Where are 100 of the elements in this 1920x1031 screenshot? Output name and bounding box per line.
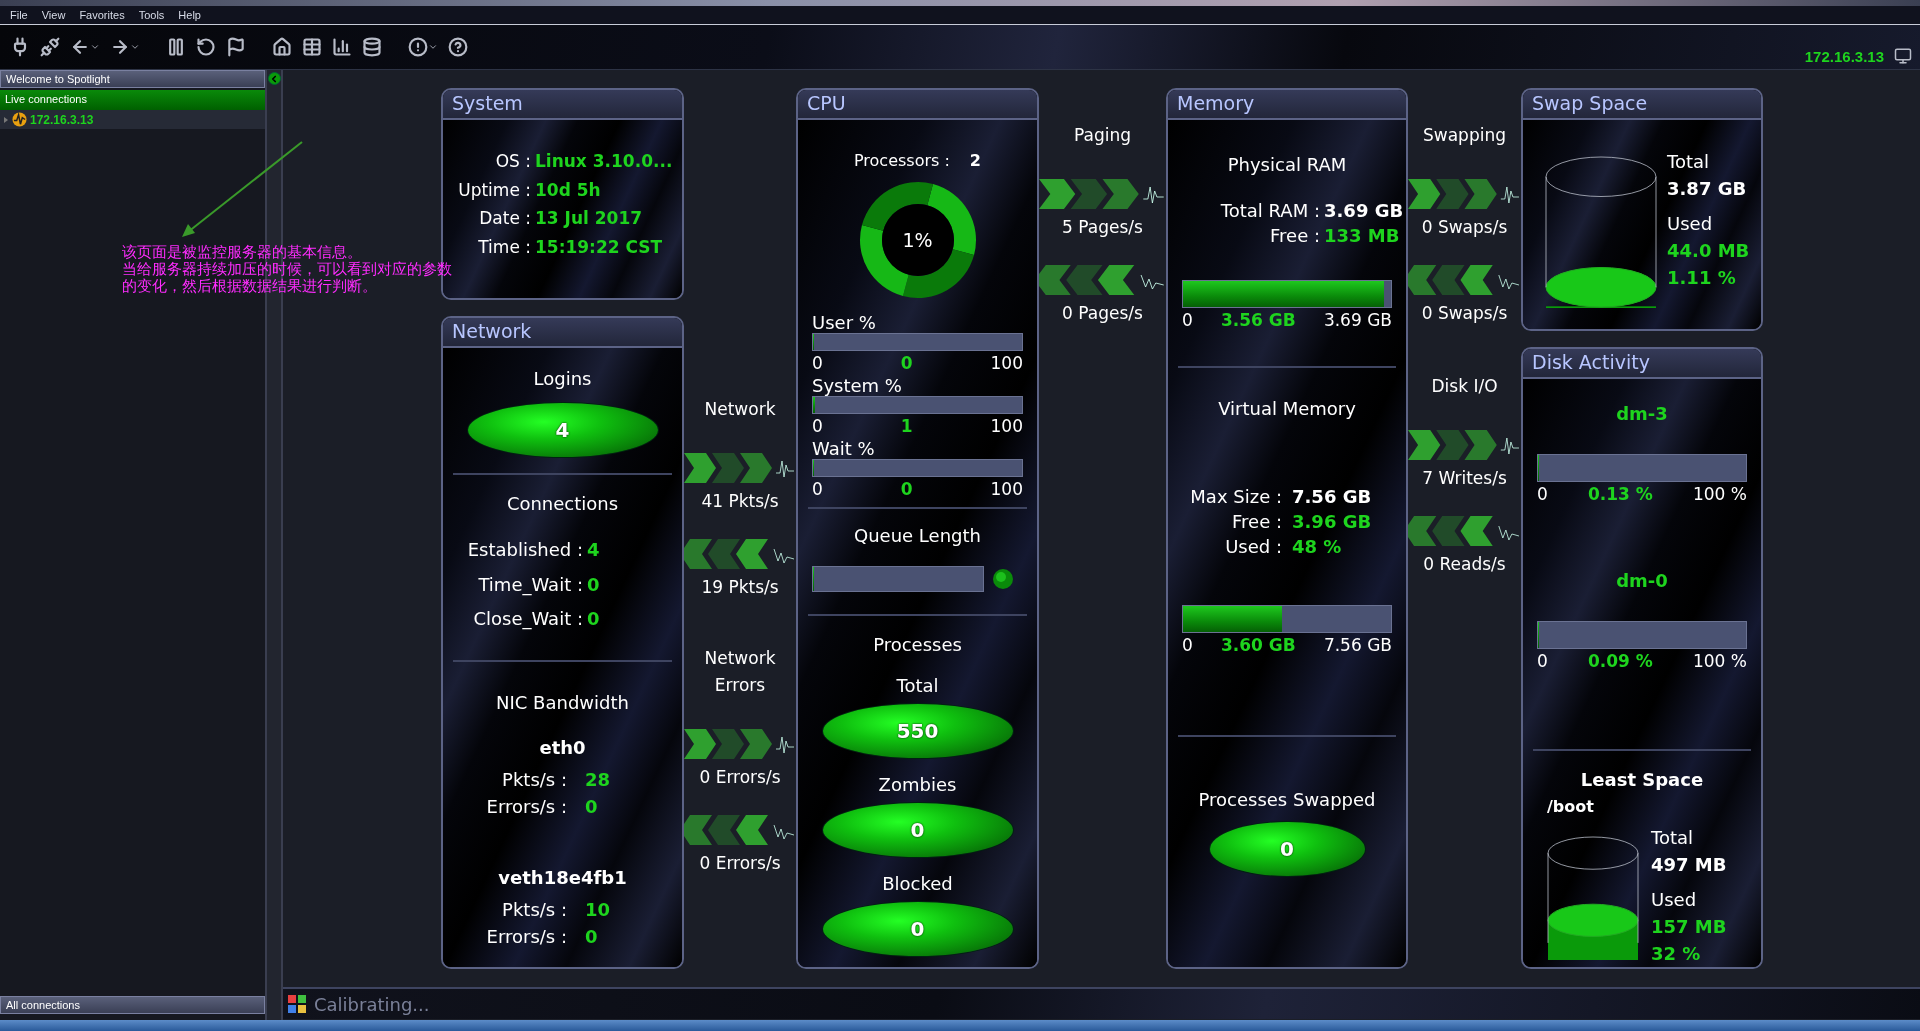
cpu-load: 1% [902, 229, 933, 252]
field-value: 3.69 GB [1324, 201, 1404, 222]
flow-reading: 0 Errors/s [698, 767, 782, 787]
menu-item[interactable]: Tools [132, 9, 171, 21]
collapse-button[interactable] [267, 72, 281, 85]
scale-max: 7.56 GB [1323, 635, 1392, 656]
scale-min: 0 [812, 353, 823, 374]
interface-name: veth18e4fb1 [497, 867, 628, 889]
flow-reading: 0 Errors/s [698, 853, 782, 873]
menu-item[interactable]: Help [172, 9, 207, 21]
panel-title: CPU [798, 90, 1037, 120]
flow-title: Disk I/O [1430, 375, 1499, 398]
meter-label: System % [812, 375, 903, 397]
connection-label: 172.16.3.13 [30, 112, 94, 127]
collapse-icon [269, 73, 279, 84]
stat-label: Used [1667, 212, 1714, 236]
counter-label: Total [895, 675, 940, 697]
field-label: Used : [1224, 536, 1282, 558]
flow-reading: 0 Pages/s [1061, 303, 1144, 323]
grid-icon [288, 995, 306, 1013]
flow-title: Paging [1073, 124, 1132, 147]
field-value: 2 [969, 152, 981, 171]
panel-title: Network [443, 318, 682, 348]
toolbar-button[interactable] [446, 35, 470, 59]
back-icon [70, 37, 90, 57]
help-icon [448, 37, 468, 57]
panel-title: System [443, 90, 682, 120]
field-value: 0 [585, 796, 599, 818]
meter-reading: 0.09 % [1587, 651, 1653, 671]
panel-title: Memory [1168, 90, 1406, 120]
stat-value: 497 MB [1651, 853, 1727, 878]
meter-reading: 1 [900, 416, 913, 437]
field-value: 0 [587, 574, 601, 596]
flow-reading: 41 Pkts/s [700, 491, 780, 511]
caret-icon [428, 42, 438, 52]
field-label: Date : [478, 209, 531, 229]
stat-value: 3.87 GB [1667, 177, 1748, 201]
toolbar-button[interactable] [270, 35, 294, 59]
count-badge: 0 [1209, 822, 1365, 877]
menu-item[interactable]: Favorites [73, 9, 131, 21]
count-badge: 550 [822, 704, 1013, 759]
section-title: Least Space [1579, 769, 1705, 790]
pulse-icon [12, 112, 27, 127]
refresh-icon [196, 37, 216, 57]
field-label: Time : [477, 237, 531, 258]
stat-label: Used [1651, 888, 1698, 913]
menu-item[interactable]: File [4, 9, 34, 21]
flow-title: Swapping [1422, 124, 1507, 147]
sidebar-section[interactable]: Live connections [0, 90, 265, 110]
panel-title: Disk Activity [1523, 349, 1761, 379]
field-label: Total RAM : [1219, 201, 1320, 222]
flow-reading: 19 Pkts/s [700, 577, 780, 597]
section-title: Logins [532, 368, 593, 389]
annotation-text: 该页面是被监控服务器的基本信息。 [122, 244, 363, 261]
toolbar-button[interactable] [300, 35, 324, 59]
scale-min: 0 [1537, 484, 1548, 504]
field-label: Time_Wait : [477, 574, 583, 596]
connection-item[interactable]: 172.16.3.13 [0, 110, 265, 129]
section-title: NIC Bandwidth [495, 692, 630, 714]
field-value: 3.96 GB [1292, 512, 1373, 533]
toolbar-button[interactable] [38, 35, 62, 59]
count-badge: 4 [467, 403, 658, 457]
caret-icon [130, 42, 140, 52]
field-label: Uptime : [457, 180, 531, 201]
field-value: 0 [585, 927, 599, 948]
device-name: dm-3 [1615, 403, 1669, 424]
meter-label: User % [812, 312, 877, 334]
section-title: Queue Length [853, 525, 982, 547]
field-label: Established : [466, 540, 583, 561]
bar-chart-icon [332, 37, 352, 57]
stat-value: 44.0 MB [1667, 239, 1750, 263]
field-value: Linux 3.10.0... [535, 152, 674, 172]
scale-min: 0 [1537, 651, 1548, 671]
sidebar-header[interactable]: Welcome to Spotlight [0, 70, 265, 88]
scale-max: 100 [990, 353, 1023, 374]
section-title: Virtual Memory [1217, 398, 1357, 420]
field-value: 15:19:22 CST [535, 237, 664, 258]
field-value: 7.56 GB [1292, 487, 1373, 509]
section-title: Connections [505, 493, 620, 514]
toolbar-button[interactable] [360, 35, 384, 59]
flow-reading: 0 Swaps/s [1420, 303, 1509, 323]
flow-title: Network [703, 398, 777, 421]
field-label: Free : [1231, 512, 1282, 533]
field-label: Close_Wait : [472, 609, 583, 631]
host-address: 172.16.3.13 [1804, 47, 1884, 65]
interface-name: eth0 [538, 737, 587, 759]
field-label: Errors/s : [485, 796, 567, 818]
field-label: Processors : [854, 152, 950, 171]
toolbar-button[interactable] [330, 35, 354, 59]
scale-min: 0 [812, 416, 823, 437]
scale-max: 100 % [1693, 484, 1747, 504]
flow-reading: 0 Swaps/s [1420, 217, 1509, 237]
sidebar-footer[interactable]: All connections [0, 996, 265, 1014]
alert-icon [408, 37, 428, 57]
scale-max: 100 [990, 416, 1023, 437]
meter-reading: 0 [900, 479, 913, 500]
menu-item[interactable]: View [35, 9, 72, 21]
section-title: Physical RAM [1226, 154, 1348, 175]
expand-icon[interactable] [3, 115, 9, 124]
scale-min: 0 [812, 479, 823, 500]
